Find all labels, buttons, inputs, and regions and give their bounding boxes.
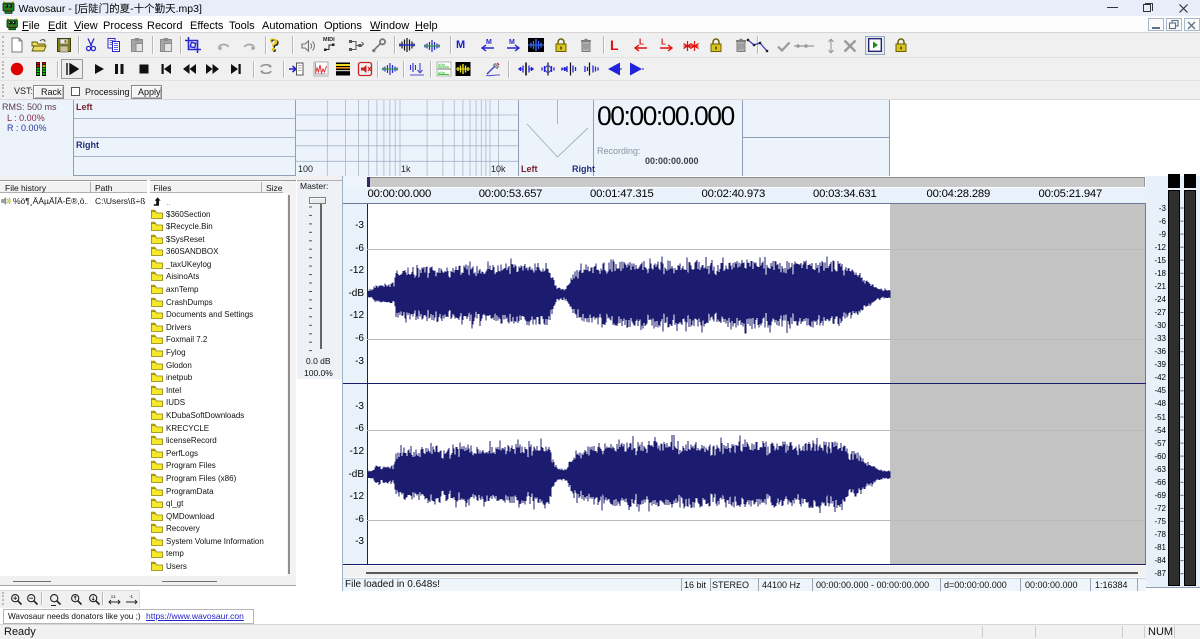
svg-text:-1: -1 [129, 594, 133, 599]
svg-text:x1: x1 [111, 594, 116, 599]
